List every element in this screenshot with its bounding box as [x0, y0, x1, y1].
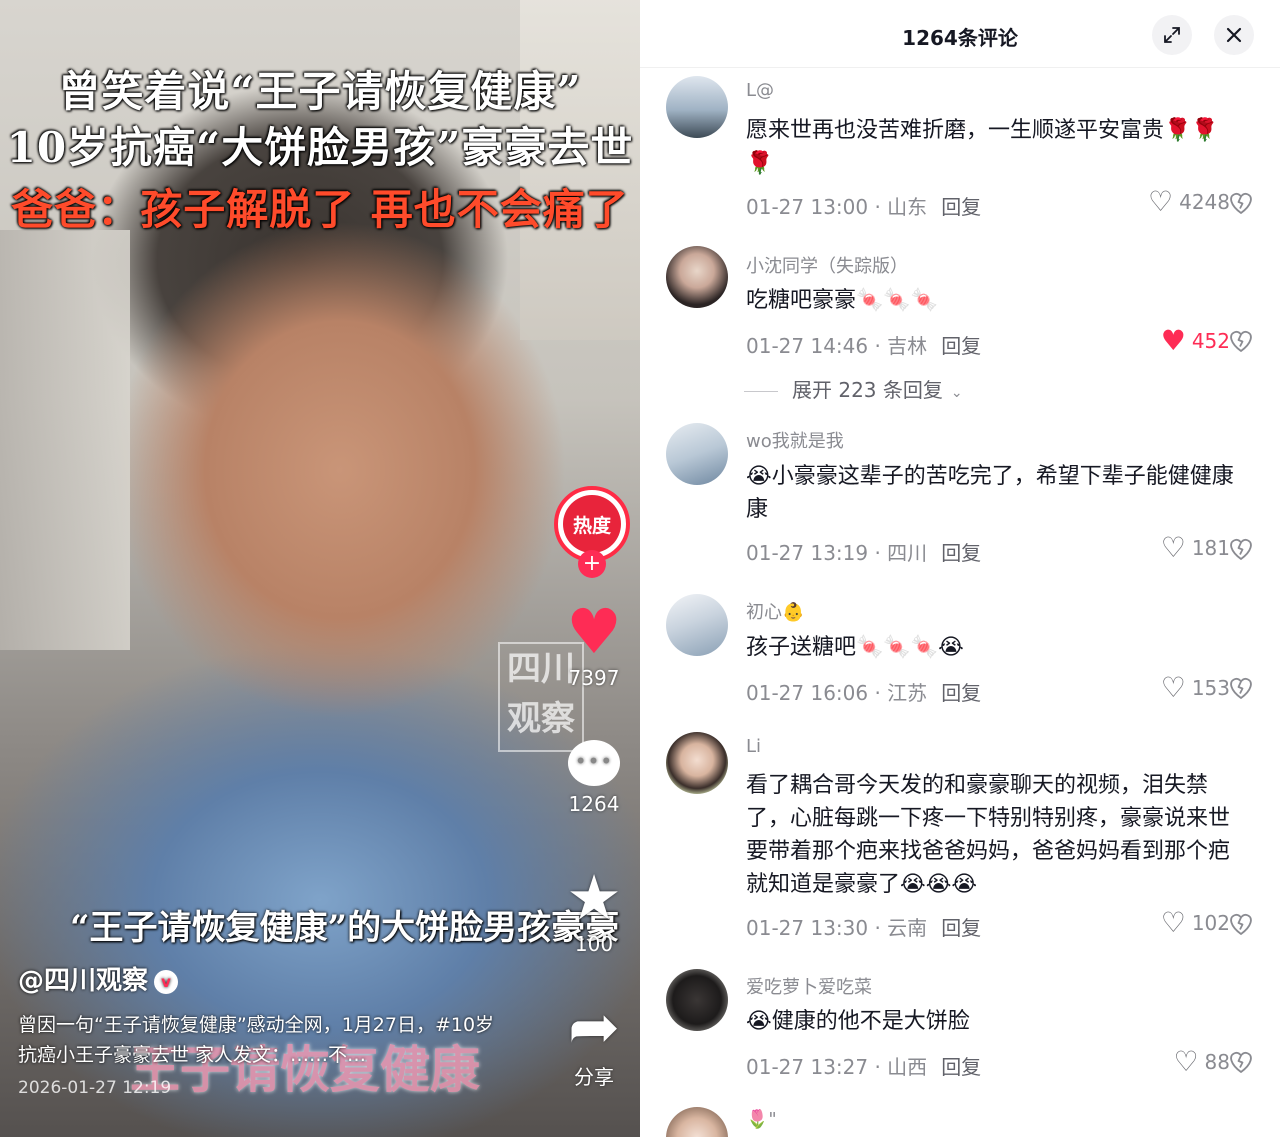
comment-text: 孩子送糖吧🍬🍬🍬😭 — [746, 635, 964, 660]
comment-username[interactable]: 爱吃萝卜爱吃菜 — [746, 973, 872, 999]
video-headline-line-2: 10岁抗癌“大饼脸男孩”豪豪去世 — [6, 123, 634, 172]
like-button[interactable]: ♥ 7397 — [556, 595, 632, 691]
reply-button[interactable]: 回复 — [941, 195, 981, 219]
avatar[interactable] — [666, 246, 728, 308]
comment-username[interactable]: Li — [746, 736, 761, 757]
follow-plus-button[interactable]: + — [578, 550, 606, 578]
comment-like-button[interactable]: ♡ 102 — [1130, 909, 1230, 937]
reply-button[interactable]: 回复 — [941, 916, 981, 940]
comment-meta: 01-27 13:27 · 山西 回复 — [746, 1051, 981, 1080]
dislike-heart-icon[interactable] — [1226, 534, 1256, 564]
comment-time-location: 01-27 13:27 · 山西 — [746, 1055, 928, 1079]
heart-outline-icon: ♡ — [1160, 906, 1186, 939]
heart-outline-icon: ♡ — [1160, 671, 1186, 704]
comment-meta: 01-27 16:06 · 江苏 回复 — [746, 677, 981, 706]
reply-button[interactable]: 回复 — [941, 1055, 981, 1079]
star-icon: ★ — [566, 861, 622, 934]
video-post-date: 2026-01-27 12:19 — [18, 1078, 172, 1098]
divider-line — [744, 391, 778, 392]
avatar[interactable] — [666, 594, 728, 656]
comment-bubble-icon — [568, 740, 620, 786]
video-headline-line-1: 曾笑着说“王子请恢复健康” — [58, 67, 582, 116]
comment-username[interactable]: 初心👶 — [746, 598, 804, 624]
like-count: 7397 — [568, 666, 620, 690]
comment-meta: 01-27 13:30 · 云南 回复 — [746, 912, 981, 941]
dislike-heart-icon[interactable] — [1226, 909, 1256, 939]
close-icon — [1226, 27, 1242, 43]
dislike-heart-icon[interactable] — [1226, 1047, 1256, 1077]
expand-replies-label: 展开 223 条回复 — [792, 378, 943, 402]
dislike-heart-icon[interactable] — [1226, 326, 1256, 356]
verified-badge-icon: v — [154, 969, 179, 994]
share-label: 分享 — [574, 1065, 614, 1089]
heart-outline-icon: ♡ — [1160, 531, 1186, 564]
dislike-heart-icon[interactable] — [1226, 673, 1256, 703]
comment-text: 看了耦合哥今天发的和豪豪聊天的视频，泪失禁了，心脏每跳一下疼一下特别特别疼，豪豪… — [746, 773, 1231, 897]
comment-like-count: 102 — [1191, 911, 1230, 935]
share-button[interactable]: ➦ 分享 — [556, 995, 632, 1090]
hot-badge-label: 热度 — [563, 495, 621, 553]
comment-text: 愿来世再也没苦难折磨，一生顺遂平安富贵🌹🌹🌹 — [746, 118, 1219, 176]
comment-like-count: 4248 — [1179, 190, 1230, 214]
comment-meta: 01-27 13:19 · 四川 回复 — [746, 537, 981, 566]
comment-time-location: 01-27 14:46 · 吉林 — [746, 334, 928, 358]
reply-button[interactable]: 回复 — [941, 681, 981, 705]
comment-username[interactable]: 小沈同学（失踪版） — [746, 252, 908, 278]
video-headline-line-3: 爸爸：孩子解脱了 再也不会痛了 — [11, 185, 629, 234]
comment-meta: 01-27 14:46 · 吉林 回复 — [746, 330, 981, 359]
background-lamp — [0, 230, 130, 650]
favorite-count: 100 — [574, 932, 614, 956]
expand-replies-button[interactable]: 展开 223 条回复 ⌄ — [744, 374, 963, 403]
comment-like-count: 452 — [1191, 329, 1230, 353]
reply-button[interactable]: 回复 — [941, 334, 981, 358]
chevron-down-icon: ⌄ — [950, 385, 963, 401]
comment-time-location: 01-27 13:19 · 四川 — [746, 541, 928, 565]
heart-outline-icon: ♡ — [1173, 1045, 1199, 1078]
comment-time-location: 01-27 16:06 · 江苏 — [746, 681, 928, 705]
comment-username[interactable]: wo我就是我 — [746, 427, 844, 453]
author-name: @四川观察 — [18, 966, 149, 996]
reply-button[interactable]: 回复 — [941, 541, 981, 565]
avatar[interactable] — [666, 1107, 728, 1137]
comment-text: 😭健康的他不是大饼脸 — [746, 1009, 970, 1034]
comment-text: 吃糖吧豪豪🍬🍬🍬 — [746, 288, 939, 313]
video-subtitle: “王子请恢复健康”的大饼脸男孩豪豪 — [70, 908, 620, 948]
avatar[interactable] — [666, 732, 728, 794]
comment-username[interactable]: 🌷" — [746, 1109, 777, 1130]
heart-icon: ♥ — [566, 595, 622, 668]
comment-like-button[interactable]: ♡ 4248 — [1130, 188, 1230, 216]
comment-time-location: 01-27 13:00 · 山东 — [746, 195, 928, 219]
expand-button[interactable] — [1152, 15, 1192, 55]
heart-filled-icon: ♥ — [1160, 324, 1186, 357]
comment-like-button[interactable]: ♡ 153 — [1130, 674, 1230, 702]
video-description: 曾因一句“王子请恢复健康”感动全网，1月27日，#10岁抗癌小王子豪豪去世 家人… — [18, 1014, 495, 1066]
comment-meta: 01-27 13:00 · 山东 回复 — [746, 191, 981, 220]
dislike-heart-icon[interactable] — [1226, 188, 1256, 218]
comment-like-button[interactable]: ♡ 181 — [1130, 534, 1230, 562]
author-name-link[interactable]: @四川观察 v — [18, 960, 179, 997]
share-arrow-icon: ➦ — [568, 990, 620, 1063]
comments-panel: 1264条评论 L@ 愿来世再也没苦难折磨，一生顺遂平安富贵🌹🌹🌹 01-27 … — [640, 0, 1280, 1137]
comment-button[interactable]: 1264 — [556, 732, 632, 816]
comment-time-location: 01-27 13:30 · 云南 — [746, 916, 928, 940]
expand-arrows-icon — [1164, 27, 1180, 43]
comment-username[interactable]: L@ — [746, 80, 774, 101]
heart-outline-icon: ♡ — [1147, 185, 1174, 218]
comment-count: 1264 — [568, 792, 620, 816]
avatar[interactable] — [666, 969, 728, 1031]
comment-like-button[interactable]: ♡ 88 — [1130, 1048, 1230, 1076]
avatar[interactable] — [666, 76, 728, 138]
close-button[interactable] — [1214, 15, 1254, 55]
video-player[interactable]: 曾笑着说“王子请恢复健康” 10岁抗癌“大饼脸男孩”豪豪去世 爸爸：孩子解脱了 … — [0, 0, 640, 1137]
comment-text: 😭小豪豪这辈子的苦吃完了，希望下辈子能健健康康 — [746, 464, 1234, 522]
comment-like-count: 153 — [1191, 676, 1230, 700]
comment-like-button[interactable]: ♥ 452 — [1130, 327, 1230, 355]
favorite-button[interactable]: ★ 100 — [556, 861, 632, 957]
comment-like-count: 181 — [1191, 536, 1230, 560]
comments-header: 1264条评论 — [640, 0, 1280, 68]
avatar[interactable] — [666, 423, 728, 485]
